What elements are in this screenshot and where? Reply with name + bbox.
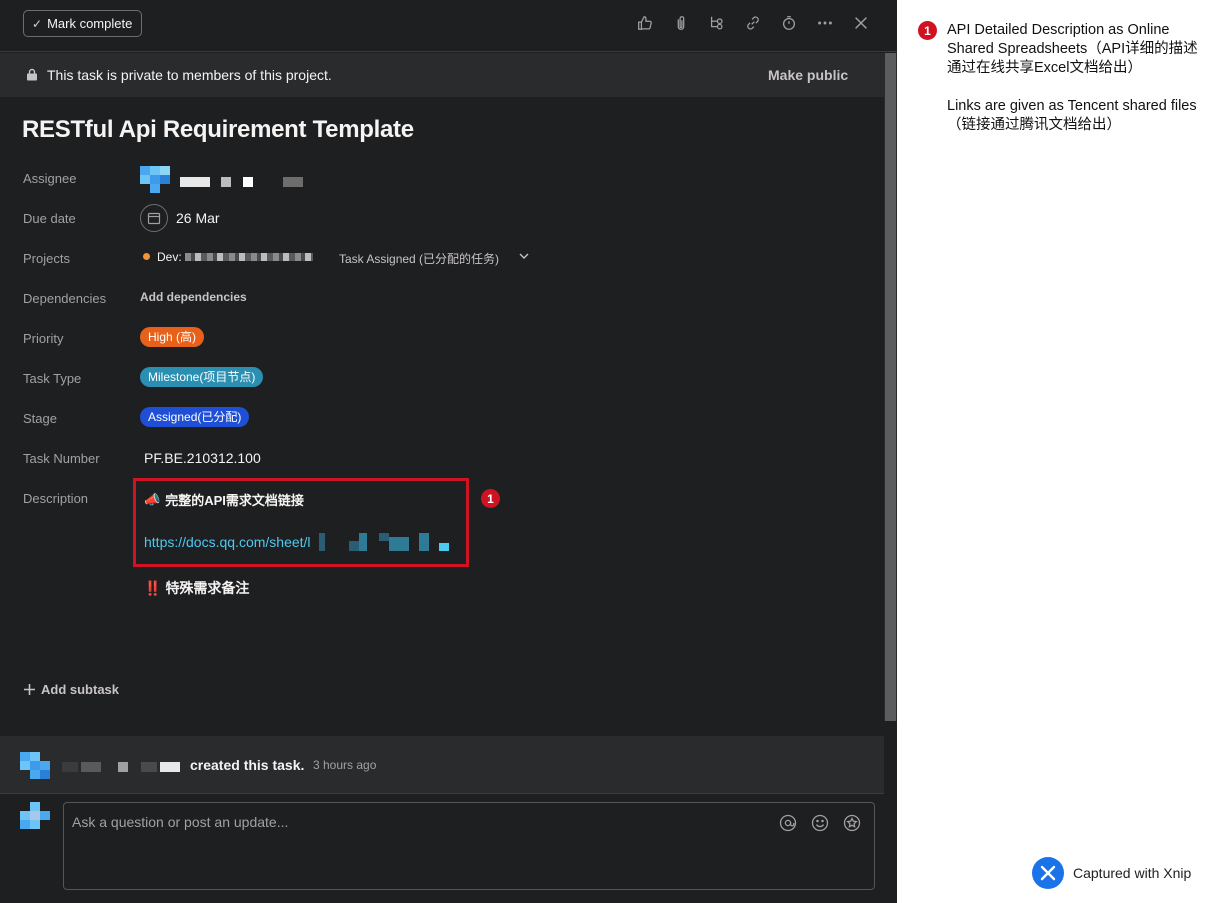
- mark-complete-label: Mark complete: [47, 16, 133, 31]
- scrollbar-thumb[interactable]: [885, 53, 896, 721]
- xnip-watermark: Captured with Xnip: [1032, 857, 1191, 889]
- activity-author-blurred[interactable]: [62, 762, 180, 772]
- description-link[interactable]: https://docs.qq.com/sheet/l: [144, 534, 311, 550]
- task-number-label: Task Number: [23, 451, 100, 466]
- description-note-text: 特殊需求备注: [165, 580, 250, 596]
- paperclip-icon[interactable]: [672, 14, 690, 32]
- mention-icon[interactable]: [779, 814, 797, 832]
- task-title[interactable]: RESTful Api Requirement Template: [22, 116, 414, 144]
- description-note[interactable]: ‼️ 特殊需求备注: [144, 578, 249, 598]
- plus-icon: [24, 684, 35, 695]
- assignee-label: Assignee: [23, 171, 77, 186]
- emoji-icon[interactable]: [811, 814, 829, 832]
- calendar-icon[interactable]: [140, 204, 168, 232]
- project-color-dot: [143, 253, 150, 260]
- description-heading[interactable]: 📣 完整的API需求文档链接: [144, 490, 304, 509]
- priority-label: Priority: [23, 331, 64, 346]
- activity-timestamp[interactable]: 3 hours ago: [313, 758, 376, 772]
- toolbar-actions: [636, 14, 870, 32]
- task-toolbar: ✓ Mark complete: [0, 0, 897, 52]
- annotation-marker-badge: 1: [481, 489, 500, 508]
- xnip-caption: Captured with Xnip: [1073, 865, 1192, 881]
- task-type-pill[interactable]: Milestone(项目节点): [140, 367, 264, 387]
- appreciation-star-icon[interactable]: [843, 814, 861, 832]
- annotation-note-1: API Detailed Description as Online Share…: [947, 22, 1198, 76]
- add-subtask-label: Add subtask: [41, 682, 120, 697]
- megaphone-icon: 📣: [144, 491, 161, 507]
- current-user-avatar: [20, 802, 50, 829]
- xnip-logo-icon: [1032, 857, 1064, 889]
- annotation-note-2: Links are given as Tencent shared files（…: [947, 98, 1197, 133]
- privacy-text: This task is private to members of this …: [47, 67, 332, 83]
- make-public-button[interactable]: Make public: [768, 67, 848, 83]
- more-icon[interactable]: [816, 14, 834, 32]
- double-exclamation-icon: ‼️: [144, 579, 162, 596]
- priority-pill[interactable]: High (高): [140, 327, 205, 347]
- timer-icon[interactable]: [780, 14, 798, 32]
- dependencies-label: Dependencies: [23, 291, 107, 306]
- activity-avatar[interactable]: [20, 752, 50, 779]
- comment-actions: [779, 814, 861, 832]
- stage-pill[interactable]: Assigned(已分配): [140, 407, 250, 427]
- avatar[interactable]: [140, 166, 170, 193]
- activity-text: created this task.: [190, 757, 305, 773]
- projects-label: Projects: [23, 251, 70, 266]
- task-type-label: Task Type: [23, 371, 82, 386]
- subtask-icon[interactable]: [708, 14, 726, 32]
- due-date-label: Due date: [23, 211, 76, 226]
- assignee-name-blurred[interactable]: [180, 177, 303, 187]
- add-dependencies-button[interactable]: Add dependencies: [140, 290, 247, 304]
- due-date-value[interactable]: 26 Mar: [176, 210, 220, 226]
- thumbs-up-icon[interactable]: [636, 14, 654, 32]
- scrollbar[interactable]: [884, 53, 897, 721]
- lock-icon: [27, 68, 37, 81]
- project-name[interactable]: Dev:: [157, 250, 182, 264]
- project-name-blurred[interactable]: [185, 253, 313, 261]
- link-icon[interactable]: [744, 14, 762, 32]
- chevron-down-icon[interactable]: [519, 252, 529, 263]
- description-heading-text: 完整的API需求文档链接: [165, 493, 304, 508]
- annotation-note: API Detailed Description as Online Share…: [947, 21, 1209, 135]
- checkmark-icon: ✓: [32, 16, 43, 31]
- task-detail-pane: ✓ Mark complete This task is private to …: [0, 0, 897, 903]
- close-icon[interactable]: [852, 14, 870, 32]
- add-subtask-button[interactable]: Add subtask: [24, 682, 119, 697]
- stage-label: Stage: [23, 411, 57, 426]
- description-label: Description: [23, 491, 89, 506]
- privacy-banner: This task is private to members of this …: [0, 53, 884, 97]
- annotation-badge: 1: [918, 21, 937, 40]
- comment-placeholder[interactable]: Ask a question or post an update...: [72, 814, 288, 830]
- annotation-panel: [897, 0, 1217, 903]
- task-number-value[interactable]: PF.BE.210312.100: [144, 450, 261, 466]
- project-section-dropdown[interactable]: Task Assigned (已分配的任务): [339, 250, 499, 267]
- mark-complete-button[interactable]: ✓ Mark complete: [23, 10, 143, 37]
